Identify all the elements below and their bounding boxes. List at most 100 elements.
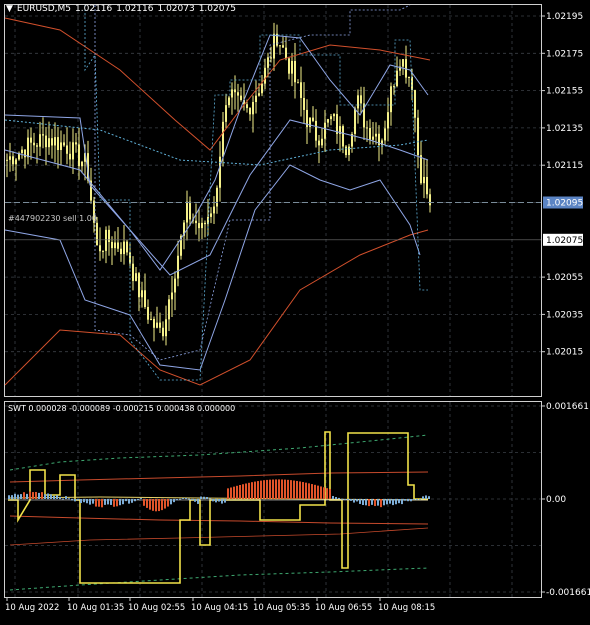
swt-hist-bar [341,498,343,500]
swt-hist-bar [44,494,46,499]
swt-hist-bar [68,498,70,500]
grid [5,5,541,597]
swt-hist-bar [359,499,361,504]
indicator-tick-label: -0.001661 [546,588,590,598]
swt-hist-bar [170,499,172,505]
main-chart-frame [4,4,542,397]
candle-body [120,248,122,255]
candle-body [63,142,65,146]
swt-hist-bar [176,499,178,501]
candle-body [123,241,125,255]
candle-body [237,92,239,96]
symbol-header[interactable]: ▼ EURUSD,M5 1.02116 1.02116 1.02073 1.02075 [6,4,240,14]
swt-hist-bar [50,494,52,499]
candle-body [159,322,161,328]
candle-body [9,156,11,160]
candle-body [417,117,419,156]
candle-body [411,76,413,91]
candle-body [99,245,101,252]
candle-body [300,82,302,98]
swt-hist-bar [182,498,184,500]
swt-hist-bar [305,482,307,499]
swt-hist-bar [38,492,40,499]
candle-body [162,327,164,337]
time-tick-label: 10 Aug 04:15 [191,603,248,613]
swt-hist-bar [14,493,16,499]
swt-hist-bar [233,486,235,499]
indicator-tick-label: 0.00 [546,495,566,505]
indicator-label[interactable]: SWT 0.000028 -0.000089 -0.000215 0.00043… [8,404,235,413]
swt-hist-bar [425,495,427,499]
swt-hist-bar [314,484,316,499]
swt-hist-bar [146,499,148,508]
swt-hist-bar [20,494,22,499]
candle-body [336,114,338,134]
candle-body [108,229,110,242]
candle-body [390,86,392,113]
swt-hist-bar [302,482,304,499]
swt-hist-bar [227,488,229,499]
swt-hist-bar [104,499,106,505]
candle-body [252,102,254,115]
chart-canvas[interactable]: 1.02195 1.02175 1.02155 1.02135 1.02115 1.020… [0,0,590,621]
dropdown-triangle-icon[interactable]: ▼ [6,4,13,14]
candle-body [102,250,104,252]
candle-body [189,201,191,220]
candle-body [105,229,107,251]
candle-body [117,242,119,249]
candle-body [27,137,29,158]
swt-hist-bar [152,499,154,511]
swt-hist-bar [344,499,346,500]
swt-hist-bar [353,499,355,503]
swt-hist-bar [35,491,37,499]
time-tick-label: 10 Aug 2022 [5,603,59,613]
swt-hist-bar [65,496,67,499]
swt-hist-bar [281,479,283,499]
swt-hist-bar [323,487,325,499]
swt-hist-bar [149,499,151,510]
swt-hist-bar [128,499,130,504]
candle-body [156,322,158,328]
candle-body [288,58,290,74]
candle-body [375,133,377,137]
candle-body [165,319,167,337]
candle-body [204,222,206,225]
swt-hist-bar [254,481,256,499]
swt-hist-bar [188,498,190,500]
swt-hist-bar [158,499,160,512]
swt-hist-bar [110,499,112,505]
candle-body [357,95,359,109]
swt-hist-bar [410,499,412,502]
candle-body [195,220,197,224]
candle-body [291,60,293,74]
axes: 1.02195 1.02175 1.02155 1.02135 1.02115 1.020… [5,12,590,613]
candle-body [81,161,83,167]
swt-hist-bar [365,499,367,506]
candle-body [114,242,116,249]
swt-hist-bar [428,496,430,499]
swt-hist-bar [230,487,232,499]
swt-hist-bar [125,499,127,502]
swt-hist-bar [398,499,400,504]
candle-body [42,134,44,136]
candle-body [153,318,155,328]
swt-hist-bar [101,499,103,508]
candle-body [57,137,59,151]
swt-hist-bar [83,499,85,503]
swt-yellow-line [8,431,428,584]
candle-body [231,89,233,98]
price-tick-label: 1.02115 [546,161,583,171]
high-price: 1.02116 [116,4,154,14]
swt-hist-bar [416,499,418,501]
swt-hist-bar [41,492,43,499]
swt-hist-bar [173,499,175,503]
candle-body [396,70,398,87]
candle-body [141,290,143,298]
candle-body [48,138,50,148]
swt-hist-bar [296,480,298,499]
candle-body [420,155,422,184]
order-line-label[interactable]: #447902230 sell 1.00 [8,214,97,223]
chart-window[interactable]: 1.02195 1.02175 1.02155 1.02135 1.02115 1.020… [0,0,590,621]
candle-body [135,273,137,281]
candle-body [312,117,314,121]
